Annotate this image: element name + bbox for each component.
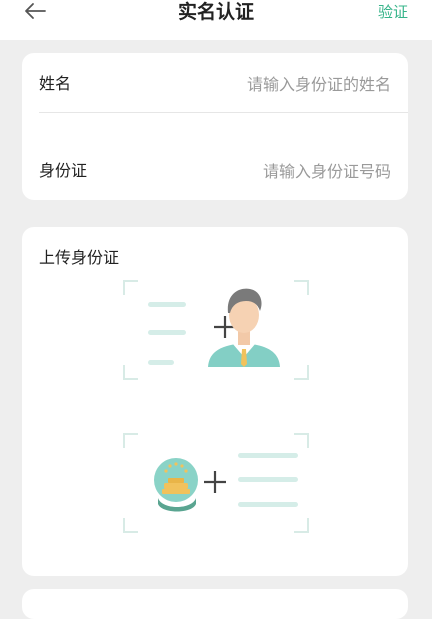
divider [39, 112, 408, 113]
name-label: 姓名 [39, 74, 72, 93]
identity-form-card: 姓名 身份证 [22, 53, 408, 200]
id-back-upload-slot[interactable] [122, 432, 310, 534]
upload-title: 上传身份证 [39, 248, 120, 267]
upload-card: 上传身份证 [22, 227, 408, 576]
id-number-label: 身份证 [39, 161, 88, 180]
id-card-front-portrait-icon [123, 280, 309, 380]
id-front-upload-slot[interactable] [122, 279, 310, 381]
page-title: 实名认证 [177, 1, 254, 23]
next-section-card [22, 589, 408, 619]
id-number-row: 身份证 [39, 156, 391, 186]
id-card-back-emblem-icon [123, 433, 309, 533]
name-row: 姓名 [39, 69, 391, 99]
name-input[interactable] [191, 69, 391, 99]
verify-button[interactable]: 验证 [378, 3, 408, 21]
id-number-input[interactable] [191, 156, 391, 186]
top-bar: 实名认证 验证 [0, 0, 432, 40]
